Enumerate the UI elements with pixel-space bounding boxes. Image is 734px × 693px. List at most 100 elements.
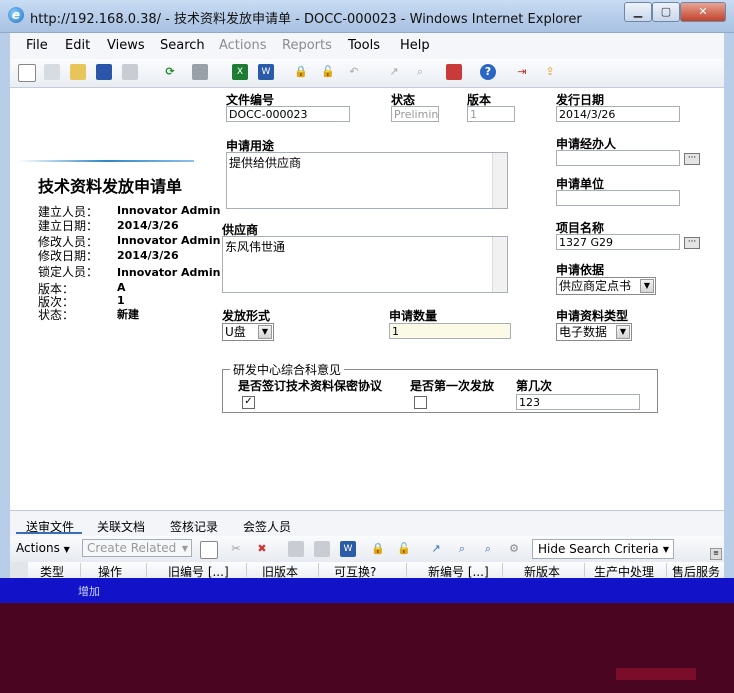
supplier-textarea[interactable]: 东风伟世通 xyxy=(222,236,508,293)
purpose-scrollbar[interactable] xyxy=(492,153,507,208)
search-icon[interactable]: ⌕ xyxy=(454,541,470,557)
menu-help[interactable]: Help xyxy=(400,38,430,53)
tab-countersign[interactable]: 会签人员 xyxy=(243,518,291,535)
print-icon[interactable] xyxy=(192,64,208,80)
delete-icon[interactable]: ✖ xyxy=(254,541,270,557)
version-field[interactable]: 1 xyxy=(467,106,515,122)
basis-select[interactable]: 供应商定点书 ▼ xyxy=(556,277,656,295)
main-toolbar: ⟳ X W 🔒 🔓 ↶ ↗ ⌕ ? ⇥ ⇪ xyxy=(10,59,724,88)
meta-key: 状态： xyxy=(38,308,75,322)
export-icon[interactable]: ⇪ xyxy=(542,64,558,80)
hide-search-criteria-button[interactable]: Hide Search Criteria ▼ xyxy=(532,539,674,559)
supplier-text: 东风伟世通 xyxy=(225,240,286,254)
basis-label: 申请依据 xyxy=(556,263,605,277)
promote-icon[interactable]: ↗ xyxy=(386,64,402,80)
column-separator[interactable] xyxy=(80,563,81,577)
chevron-down-icon: ▼ xyxy=(616,325,630,339)
meta-value: A xyxy=(117,281,126,294)
lock-icon[interactable]: 🔒 xyxy=(293,64,309,80)
create-related-label: Create Related xyxy=(87,541,177,555)
column-separator[interactable] xyxy=(502,563,503,577)
column-separator[interactable] xyxy=(406,563,407,577)
basis-value: 供应商定点书 xyxy=(559,279,632,293)
quantity-field[interactable]: 1 xyxy=(389,323,511,339)
menu-file[interactable]: File xyxy=(26,38,48,53)
print-preview-icon[interactable] xyxy=(122,64,138,80)
menu-edit[interactable]: Edit xyxy=(65,38,90,53)
maximize-button[interactable]: ▢ xyxy=(652,2,680,22)
lock-icon[interactable]: 🔒 xyxy=(370,541,386,557)
column-separator[interactable] xyxy=(666,563,667,577)
doc-type-label: 申请资料类型 xyxy=(556,309,629,323)
promote-icon[interactable]: ↗ xyxy=(428,541,444,557)
search-doc-icon[interactable]: ⌕ xyxy=(412,64,428,80)
doc-type-select[interactable]: 电子数据 ▼ xyxy=(556,323,632,341)
tab-related-docs[interactable]: 关联文档 xyxy=(97,518,145,535)
menu-reports[interactable]: Reports xyxy=(282,38,332,53)
settings-icon[interactable]: ⚙ xyxy=(506,541,522,557)
meta-value: Innovator Admin xyxy=(117,266,221,279)
column-separator[interactable] xyxy=(146,563,147,577)
doc-no-field[interactable]: DOCC-000023 xyxy=(226,106,350,122)
save-icon[interactable] xyxy=(96,64,112,80)
refresh-icon[interactable]: ⟳ xyxy=(162,64,178,80)
form-title: 技术资料发放申请单 xyxy=(38,177,183,196)
project-picker-button[interactable]: ··· xyxy=(684,237,700,249)
column-separator[interactable] xyxy=(318,563,319,577)
word-icon[interactable]: W xyxy=(258,64,274,80)
menu-views[interactable]: Views xyxy=(107,38,145,53)
nth-field[interactable]: 123 xyxy=(516,394,640,410)
relationship-toolbar: Actions ▼ Create Related ▼ ✂ ✖ W 🔒 🔓 ↗ ⌕… xyxy=(10,536,724,563)
minimize-button[interactable]: ▁ xyxy=(624,2,652,22)
save-as-icon[interactable] xyxy=(44,64,60,80)
new-icon[interactable] xyxy=(18,64,36,82)
collapse-icon[interactable]: ≡ xyxy=(710,548,722,560)
status-value: 新建 xyxy=(117,308,139,321)
status-field[interactable]: Preliminar xyxy=(391,106,439,122)
word-icon[interactable]: W xyxy=(340,541,356,557)
meta-key: 建立日期： xyxy=(38,219,99,233)
chevron-down-icon: ▼ xyxy=(662,545,669,554)
actions-menu[interactable]: Actions ▼ xyxy=(16,541,70,555)
tab-signoff-log[interactable]: 签核记录 xyxy=(170,518,218,535)
menu-search[interactable]: Search xyxy=(160,38,205,53)
nda-label: 是否签订技术资料保密协议 xyxy=(238,379,383,393)
column-separator[interactable] xyxy=(584,563,585,577)
menu-tools[interactable]: Tools xyxy=(348,38,380,53)
relationship-tabs: 送审文件 关联文档 签核记录 会签人员 xyxy=(10,510,724,537)
window-frame-left xyxy=(0,33,10,593)
first-release-checkbox[interactable] xyxy=(414,396,427,409)
close-button[interactable]: ✕ xyxy=(680,2,726,22)
view-icon[interactable] xyxy=(288,541,304,557)
help-icon[interactable]: ? xyxy=(480,64,496,80)
undo-icon[interactable]: ↶ xyxy=(346,64,362,80)
release-form-select[interactable]: U盘 ▼ xyxy=(222,323,274,341)
report-icon[interactable] xyxy=(446,64,462,80)
open-folder-icon[interactable] xyxy=(70,64,86,80)
exit-icon[interactable]: ⇥ xyxy=(514,64,530,80)
column-separator[interactable] xyxy=(246,563,247,577)
handler-field[interactable] xyxy=(556,150,680,166)
excel-icon[interactable]: X xyxy=(232,64,248,80)
issue-date-field[interactable]: 2014/3/26 xyxy=(556,106,680,122)
purpose-textarea[interactable]: 提供给供应商 xyxy=(226,152,508,209)
supplier-scrollbar[interactable] xyxy=(492,237,507,292)
new-row-icon[interactable] xyxy=(200,541,218,559)
active-tab-indicator xyxy=(16,532,82,534)
clear-search-icon[interactable]: ⌕ xyxy=(480,541,496,557)
opinion-group-title: 研发中心综合科意见 xyxy=(230,361,345,378)
nda-checkbox[interactable]: ✓ xyxy=(242,396,255,409)
unlock-icon[interactable]: 🔓 xyxy=(320,64,336,80)
purpose-text: 提供给供应商 xyxy=(229,156,302,170)
project-field[interactable]: 1327 G29 xyxy=(556,234,680,250)
grid-cell-op[interactable]: 增加 xyxy=(78,583,100,599)
unit-field[interactable] xyxy=(556,190,680,206)
unlock-icon[interactable]: 🔓 xyxy=(396,541,412,557)
relationship-grid-header: 类型 操作 旧编号 [...] 旧版本 可互换? 新编号 [...] 新版本 生… xyxy=(10,562,724,579)
create-related-select[interactable]: Create Related ▼ xyxy=(82,539,192,557)
row-selector-header xyxy=(10,562,28,578)
pick-icon[interactable]: ✂ xyxy=(228,541,244,557)
edit-icon[interactable] xyxy=(314,541,330,557)
menu-actions[interactable]: Actions xyxy=(219,38,267,53)
handler-picker-button[interactable]: ··· xyxy=(684,153,700,165)
